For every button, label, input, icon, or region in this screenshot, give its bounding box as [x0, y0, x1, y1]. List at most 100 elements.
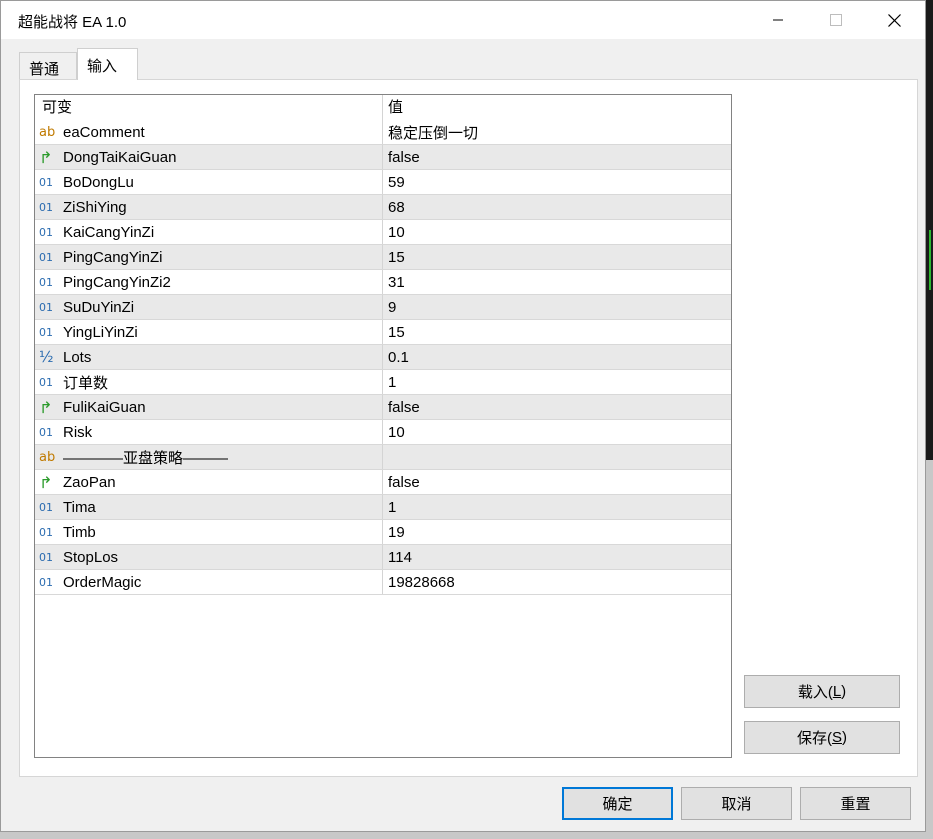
table-row[interactable]: ab eaComment 稳定压倒一切 — [35, 120, 731, 145]
minimize-button[interactable] — [755, 1, 801, 39]
variable-cell: ↱ FuliKaiGuan — [35, 395, 383, 419]
load-button-accel: L — [832, 683, 842, 700]
table-row[interactable]: 01 PingCangYinZi 15 — [35, 245, 731, 270]
table-row[interactable]: 01 YingLiYinZi 15 — [35, 320, 731, 345]
table-row[interactable]: 01 Risk 10 — [35, 420, 731, 445]
variable-name: Risk — [63, 423, 93, 441]
string-type-icon: ab — [39, 449, 56, 465]
value-cell[interactable]: false — [383, 470, 731, 494]
window-title: 超能战将 EA 1.0 — [18, 14, 127, 31]
column-header-value[interactable]: 值 — [383, 95, 731, 121]
variable-name: PingCangYinZi2 — [63, 273, 171, 291]
variable-name: StopLos — [63, 548, 119, 566]
table-row[interactable]: 01 StopLos 114 — [35, 545, 731, 570]
cancel-button[interactable]: 取消 — [681, 787, 792, 820]
maximize-icon — [830, 14, 842, 26]
column-header-variable[interactable]: 可变 — [35, 95, 383, 121]
background-panel-bottom — [0, 832, 933, 839]
background-panel-strip — [926, 460, 933, 839]
load-button[interactable]: 载入(L) — [744, 675, 900, 708]
value-cell[interactable]: 19828668 — [383, 570, 731, 594]
table-row[interactable]: 01 KaiCangYinZi 10 — [35, 220, 731, 245]
int-type-icon: 01 — [39, 500, 53, 514]
save-button-close: ) — [842, 729, 847, 746]
value-cell[interactable]: 10 — [383, 220, 731, 244]
tab-inputs[interactable]: 输入 — [77, 48, 138, 80]
variable-name: SuDuYinZi — [63, 298, 135, 316]
reset-button[interactable]: 重置 — [800, 787, 911, 820]
value-cell[interactable] — [383, 445, 731, 469]
save-button[interactable]: 保存(S) — [744, 721, 900, 754]
double-type-icon: ½ — [39, 348, 54, 366]
close-icon — [887, 13, 901, 27]
background-chart-line — [929, 230, 931, 290]
value-cell[interactable]: 0.1 — [383, 345, 731, 369]
value-cell[interactable]: 9 — [383, 295, 731, 319]
value-cell[interactable]: 59 — [383, 170, 731, 194]
table-row[interactable]: 01 订单数 1 — [35, 370, 731, 395]
variable-cell: 01 Tima — [35, 495, 383, 519]
table-row[interactable]: ab ————亚盘策略——— — [35, 445, 731, 470]
value-cell[interactable]: 19 — [383, 520, 731, 544]
value-cell[interactable]: 15 — [383, 320, 731, 344]
value-cell[interactable]: 68 — [383, 195, 731, 219]
inputs-grid: 可变 值 ab eaComment 稳定压倒一切 ↱ DongTaiKaiGuan fal… — [34, 94, 732, 758]
grid-rows: ab eaComment 稳定压倒一切 ↱ DongTaiKaiGuan false 01 B… — [35, 120, 731, 595]
table-row[interactable]: 01 ZiShiYing 68 — [35, 195, 731, 220]
variable-name: 订单数 — [63, 374, 109, 392]
variable-cell: ab eaComment — [35, 120, 383, 144]
table-row[interactable]: ↱ DongTaiKaiGuan false — [35, 145, 731, 170]
variable-name: PingCangYinZi — [63, 248, 163, 266]
int-type-icon: 01 — [39, 525, 53, 539]
value-cell[interactable]: 10 — [383, 420, 731, 444]
load-button-close: ) — [841, 683, 847, 700]
ok-button[interactable]: 确定 — [562, 787, 673, 820]
value-cell[interactable]: 114 — [383, 545, 731, 569]
load-button-label: 载入( — [797, 684, 833, 701]
variable-cell: 01 KaiCangYinZi — [35, 220, 383, 244]
close-button[interactable] — [871, 1, 917, 39]
variable-cell: 01 ZiShiYing — [35, 195, 383, 219]
table-row[interactable]: 01 OrderMagic 19828668 — [35, 570, 731, 595]
variable-cell: 01 PingCangYinZi — [35, 245, 383, 269]
value-cell[interactable]: 15 — [383, 245, 731, 269]
bool-type-icon: ↱ — [39, 397, 53, 417]
variable-cell: 01 YingLiYinZi — [35, 320, 383, 344]
value-cell[interactable]: false — [383, 395, 731, 419]
variable-name: DongTaiKaiGuan — [63, 148, 177, 166]
table-row[interactable]: 01 SuDuYinZi 9 — [35, 295, 731, 320]
tab-general[interactable]: 普通 — [19, 52, 77, 79]
int-type-icon: 01 — [39, 250, 53, 264]
table-row[interactable]: ↱ ZaoPan false — [35, 470, 731, 495]
int-type-icon: 01 — [39, 300, 53, 314]
int-type-icon: 01 — [39, 575, 53, 589]
variable-name: KaiCangYinZi — [63, 223, 155, 241]
value-cell[interactable]: 31 — [383, 270, 731, 294]
int-type-icon: 01 — [39, 425, 53, 439]
value-cell[interactable]: false — [383, 145, 731, 169]
table-row[interactable]: 01 Timb 19 — [35, 520, 731, 545]
variable-cell: ↱ ZaoPan — [35, 470, 383, 494]
variable-name: eaComment — [63, 123, 145, 141]
dialog-window: 超能战将 EA 1.0 普通 输入 可变 值 ab eaComment 稳定压倒一切… — [0, 0, 926, 832]
variable-name: OrderMagic — [63, 573, 142, 591]
value-cell[interactable]: 1 — [383, 370, 731, 394]
variable-cell: ↱ DongTaiKaiGuan — [35, 145, 383, 169]
variable-cell: 01 BoDongLu — [35, 170, 383, 194]
table-row[interactable]: 01 Tima 1 — [35, 495, 731, 520]
int-type-icon: 01 — [39, 275, 53, 289]
value-cell[interactable]: 稳定压倒一切 — [383, 120, 731, 144]
int-type-icon: 01 — [39, 550, 53, 564]
table-row[interactable]: ↱ FuliKaiGuan false — [35, 395, 731, 420]
save-button-accel: S — [831, 729, 842, 746]
maximize-button — [813, 1, 859, 39]
variable-name: YingLiYinZi — [63, 323, 138, 341]
table-row[interactable]: 01 BoDongLu 59 — [35, 170, 731, 195]
int-type-icon: 01 — [39, 225, 53, 239]
table-row[interactable]: ½ Lots 0.1 — [35, 345, 731, 370]
int-type-icon: 01 — [39, 325, 53, 339]
title-bar[interactable]: 超能战将 EA 1.0 — [1, 1, 925, 39]
variable-cell: 01 PingCangYinZi2 — [35, 270, 383, 294]
value-cell[interactable]: 1 — [383, 495, 731, 519]
table-row[interactable]: 01 PingCangYinZi2 31 — [35, 270, 731, 295]
